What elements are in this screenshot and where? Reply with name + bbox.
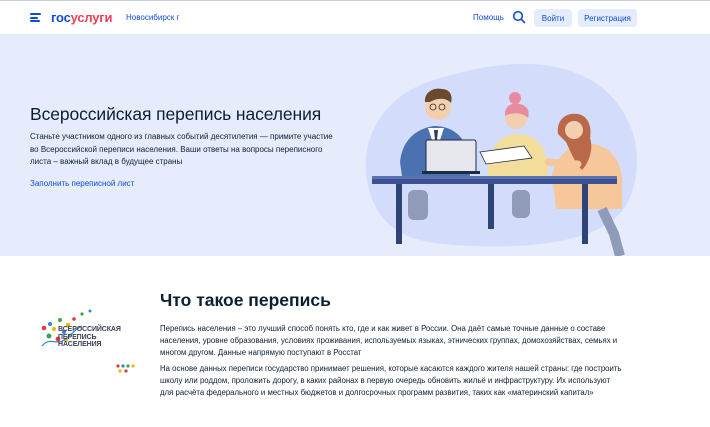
paragraph-line: На основе данных переписи государство пр… <box>160 364 622 373</box>
hero-text-line: во Всероссийской переписи населения. Ваш… <box>30 144 323 154</box>
hero-title: Всероссийская перепись населения <box>30 104 322 124</box>
census-usage-paragraph: На основе данных переписи государство пр… <box>160 363 630 399</box>
paragraph-line: населения, уровне образования, условиях … <box>160 336 618 345</box>
fill-census-form-link[interactable]: Заполнить переписной лист <box>30 179 134 188</box>
census-logo-line: НАСЕЛЕНИЯ <box>58 341 102 348</box>
register-button[interactable]: Регистрация <box>578 9 637 27</box>
hero-text-line: листа – важный вклад в будущее страны <box>30 157 183 167</box>
census-logo-line: ВСЕРОССИЙСКАЯ <box>58 326 121 333</box>
search-icon[interactable] <box>512 10 526 24</box>
hero-banner: Всероссийская перепись населения Станьте… <box>0 34 710 256</box>
help-link[interactable]: Помощь <box>473 13 504 22</box>
city-selector[interactable]: Новосибирск г <box>126 13 179 22</box>
login-button[interactable]: Войти <box>534 9 572 27</box>
paragraph-line: Перепись населения – это лучший способ п… <box>160 324 606 333</box>
gosuslugi-logo[interactable]: госуслуги <box>51 10 113 25</box>
census-illustration <box>365 63 637 256</box>
logo-text-gos: гос <box>51 10 71 25</box>
census-description-paragraph: Перепись населения – это лучший способ п… <box>160 323 630 359</box>
top-header: госуслуги Новосибирск г Помощь Войти Рег… <box>0 0 710 34</box>
census-logo-line: ПЕРЕПИСЬ <box>58 333 97 341</box>
paragraph-line: многом другом. Данные напрямую поступают… <box>160 348 362 357</box>
section-title: Что такое перепись <box>160 290 331 310</box>
logo-text-uslugi: услуги <box>70 10 113 25</box>
menu-icon[interactable] <box>30 13 41 22</box>
paragraph-line: для расчёта федерального и местных бюдже… <box>160 388 594 397</box>
census-logo-text: ВСЕРОССИЙСКАЯ ПЕРЕПИСЬ НАСЕЛЕНИЯ <box>58 326 121 349</box>
hero-description: Станьте участником одного из главных соб… <box>30 131 340 169</box>
paragraph-line: школу или роддом, проложить дорогу, в ка… <box>160 376 611 385</box>
hero-text-line: Станьте участником одного из главных соб… <box>30 132 333 141</box>
